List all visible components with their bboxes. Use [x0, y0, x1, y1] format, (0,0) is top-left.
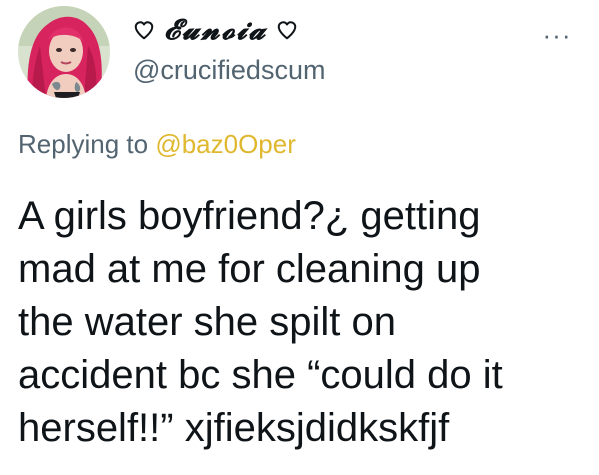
more-horizontal-icon: ··· — [542, 20, 572, 50]
profile-photo — [18, 6, 110, 98]
replying-to: Replying to @baz0Oper — [18, 131, 296, 157]
more-options-button[interactable]: ··· — [535, 20, 579, 50]
heart-outline-icon — [277, 21, 297, 40]
tweet-text-line: herself!!” xjfieksjdidkskfjf — [18, 406, 450, 450]
tweet-text-line: accident bc she “could do it — [18, 353, 503, 397]
display-name: 𝓔𝓾𝓷𝓸𝓲𝓪 — [164, 13, 268, 46]
reply-mention-link[interactable]: @baz0Oper — [155, 129, 296, 159]
replying-to-label: Replying to — [18, 129, 149, 159]
heart-outline-icon — [134, 21, 154, 40]
tweet: 𝓔𝓾𝓷𝓸𝓲𝓪 @crucifiedscum ··· Replying to @b… — [0, 0, 599, 475]
tweet-text-line: A girls boyfriend?¿ getting — [18, 194, 481, 238]
tweet-text-line: the water she spilt on — [18, 300, 396, 344]
tweet-text: A girls boyfriend?¿ getting mad at me fo… — [18, 190, 588, 455]
tweet-text-line: mad at me for cleaning up — [18, 247, 481, 291]
avatar[interactable] — [18, 6, 110, 98]
user-handle[interactable]: @crucifiedscum — [133, 57, 325, 84]
display-name-row[interactable]: 𝓔𝓾𝓷𝓸𝓲𝓪 — [133, 10, 298, 50]
